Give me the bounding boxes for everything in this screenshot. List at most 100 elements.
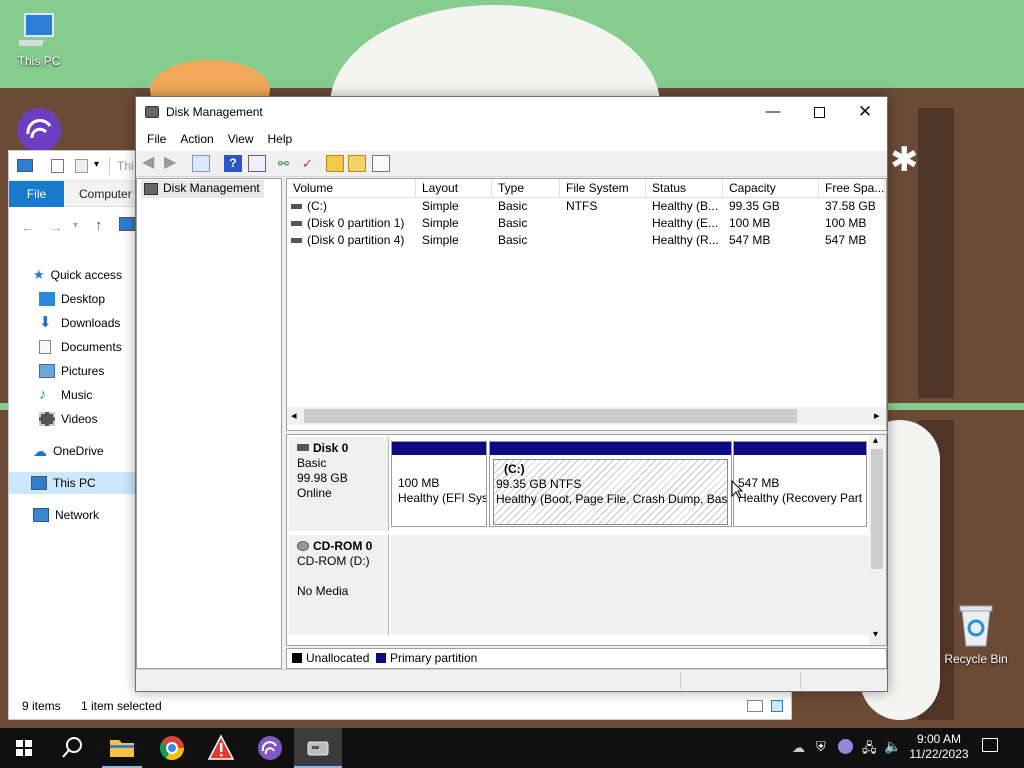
horizontal-scrollbar[interactable]: ◂ ▸ xyxy=(287,407,886,425)
column-header-type[interactable]: Type xyxy=(492,179,560,198)
legend: Unallocated Primary partition xyxy=(286,648,887,669)
checklist-icon[interactable]: ✓ xyxy=(302,155,320,172)
menu-view[interactable]: View xyxy=(221,132,261,146)
search-folder-icon[interactable] xyxy=(348,155,366,172)
back-arrow-icon[interactable]: ← xyxy=(21,219,35,235)
cdrom-0-info[interactable]: CD-ROM 0 CD-ROM (D:) No Media xyxy=(289,535,389,635)
menu-action[interactable]: Action xyxy=(173,132,220,146)
search-button[interactable] xyxy=(48,728,96,768)
details-view-icon[interactable] xyxy=(747,700,763,712)
title-bar[interactable]: Disk Management — ✕ xyxy=(136,97,887,127)
disk-graph-pane: Disk 0 Basic 99.98 GB Online 100 MB Heal… xyxy=(286,434,887,646)
maximize-button[interactable] xyxy=(796,97,842,127)
chevron-down-icon[interactable]: ▾ xyxy=(73,220,78,231)
collapse-arrow-icon[interactable]: › xyxy=(3,456,6,466)
nav-this-pc[interactable]: This PC xyxy=(9,472,136,494)
document-icon xyxy=(39,340,51,354)
help-icon[interactable]: ? xyxy=(224,155,242,172)
tab-computer[interactable]: Computer xyxy=(79,181,132,207)
column-header-file-system[interactable]: File System xyxy=(560,179,646,198)
disk-0-info[interactable]: Disk 0 Basic 99.98 GB Online xyxy=(289,437,389,531)
menu-help[interactable]: Help xyxy=(261,132,300,146)
tree-item-disk-management[interactable]: Disk Management xyxy=(141,180,264,198)
film-icon xyxy=(39,412,55,426)
start-button[interactable] xyxy=(0,728,48,768)
taskbar-file-explorer[interactable] xyxy=(98,728,146,768)
star-icon: ★ xyxy=(33,267,45,282)
up-arrow-icon[interactable]: ↑ xyxy=(95,217,103,234)
console-tree: Disk Management xyxy=(136,178,282,669)
column-header-layout[interactable]: Layout xyxy=(416,179,492,198)
properties-icon[interactable] xyxy=(248,155,266,172)
sparkle-icon: ✱ xyxy=(890,141,919,179)
taskbar-chrome[interactable] xyxy=(148,728,196,768)
nav-network[interactable]: Network xyxy=(33,504,99,526)
connect-icon[interactable]: ⚯ xyxy=(278,155,296,172)
partition-bar xyxy=(734,442,866,455)
nav-quick-access[interactable]: ★ Quick access xyxy=(33,264,122,286)
date-time[interactable]: 9:00 AM 11/22/2023 xyxy=(906,732,972,762)
minimize-button[interactable]: — xyxy=(750,97,796,127)
nav-onedrive[interactable]: ☁ OneDrive xyxy=(33,440,104,462)
volume-muted-icon[interactable]: 🔈 xyxy=(884,738,901,755)
notification-icon[interactable] xyxy=(982,738,998,752)
taskbar-disk-management[interactable] xyxy=(294,728,342,768)
nav-videos[interactable]: Videos xyxy=(39,408,97,430)
forward-arrow-icon[interactable]: → xyxy=(49,219,63,235)
folder-up-icon[interactable] xyxy=(326,155,344,172)
nav-desktop[interactable]: Desktop xyxy=(39,288,105,310)
column-header-free-space[interactable]: Free Spa... xyxy=(819,179,885,198)
vertical-scrollbar[interactable]: ▴ ▾ xyxy=(869,435,886,645)
nav-music[interactable]: ♪ Music xyxy=(39,384,92,406)
partition-efi[interactable]: 100 MB Healthy (EFI Sys xyxy=(391,441,487,527)
volume-icon xyxy=(291,204,302,209)
partition-c[interactable]: (C:) 99.35 GB NTFS Healthy (Boot, Page F… xyxy=(489,441,732,527)
system-tray: ☁ ⛨ 🖧 🔈 9:00 AM 11/22/2023 xyxy=(788,728,1024,768)
partition-recovery[interactable]: 547 MB Healthy (Recovery Part xyxy=(733,441,867,527)
recycle-bin-icon xyxy=(956,604,996,648)
menu-file[interactable]: File xyxy=(140,132,173,146)
desktop-folder-icon xyxy=(39,292,55,306)
column-header-status[interactable]: Status xyxy=(646,179,723,198)
settings-list-icon[interactable] xyxy=(372,155,390,172)
close-button[interactable]: ✕ xyxy=(842,97,888,127)
table-row[interactable]: (Disk 0 partition 1) Simple Basic Health… xyxy=(287,215,886,232)
chrome-icon xyxy=(159,736,184,761)
scrollbar-thumb[interactable] xyxy=(871,449,883,569)
security-shield-icon[interactable]: ⛨ xyxy=(816,739,826,755)
chevron-down-icon[interactable]: ▾ xyxy=(94,159,99,170)
scrollbar-thumb[interactable] xyxy=(304,409,797,423)
scroll-down-icon[interactable]: ▾ xyxy=(873,629,878,640)
cloud-offline-icon[interactable]: ☁ xyxy=(792,740,805,756)
column-header-capacity[interactable]: Capacity xyxy=(723,179,819,198)
disk-management-icon xyxy=(145,106,159,118)
monitor-icon xyxy=(31,476,47,490)
new-folder-icon[interactable] xyxy=(75,159,88,173)
forward-arrow-icon[interactable]: ▶ xyxy=(164,155,182,172)
desktop-icon-this-pc[interactable]: This PC xyxy=(4,10,74,68)
pc-icon[interactable] xyxy=(17,159,33,172)
tab-file[interactable]: File xyxy=(9,181,64,207)
explorer-status-bar: 9 items 1 item selected xyxy=(9,693,791,719)
column-header-volume[interactable]: Volume xyxy=(287,179,416,198)
desktop-icon-recycle-bin[interactable]: Recycle Bin xyxy=(940,604,1012,666)
properties-icon[interactable] xyxy=(51,159,64,173)
nav-pictures[interactable]: Pictures xyxy=(39,360,104,382)
scroll-up-icon[interactable]: ▴ xyxy=(873,435,878,446)
show-hide-console-tree-icon[interactable] xyxy=(192,155,210,172)
scroll-right-icon[interactable]: ▸ xyxy=(874,409,880,422)
large-icons-view-icon[interactable] xyxy=(771,700,783,712)
network-icon[interactable]: 🖧 xyxy=(862,739,877,761)
taskbar-warning-app[interactable] xyxy=(197,728,245,768)
taskbar-torrent-app[interactable] xyxy=(246,728,294,768)
torrent-tray-icon[interactable] xyxy=(838,739,853,754)
taskbar: ☁ ⛨ 🖧 🔈 9:00 AM 11/22/2023 xyxy=(0,728,1024,768)
desktop-app-icon[interactable] xyxy=(14,106,64,152)
nav-downloads[interactable]: ⬇ Downloads xyxy=(39,312,120,334)
table-row[interactable]: (C:) Simple Basic NTFS Healthy (B... 99.… xyxy=(287,198,886,215)
nav-documents[interactable]: Documents xyxy=(39,336,122,358)
disk-management-icon xyxy=(144,183,158,195)
table-row[interactable]: (Disk 0 partition 4) Simple Basic Health… xyxy=(287,232,886,249)
back-arrow-icon[interactable]: ◀ xyxy=(142,155,160,172)
scroll-left-icon[interactable]: ◂ xyxy=(291,409,297,422)
